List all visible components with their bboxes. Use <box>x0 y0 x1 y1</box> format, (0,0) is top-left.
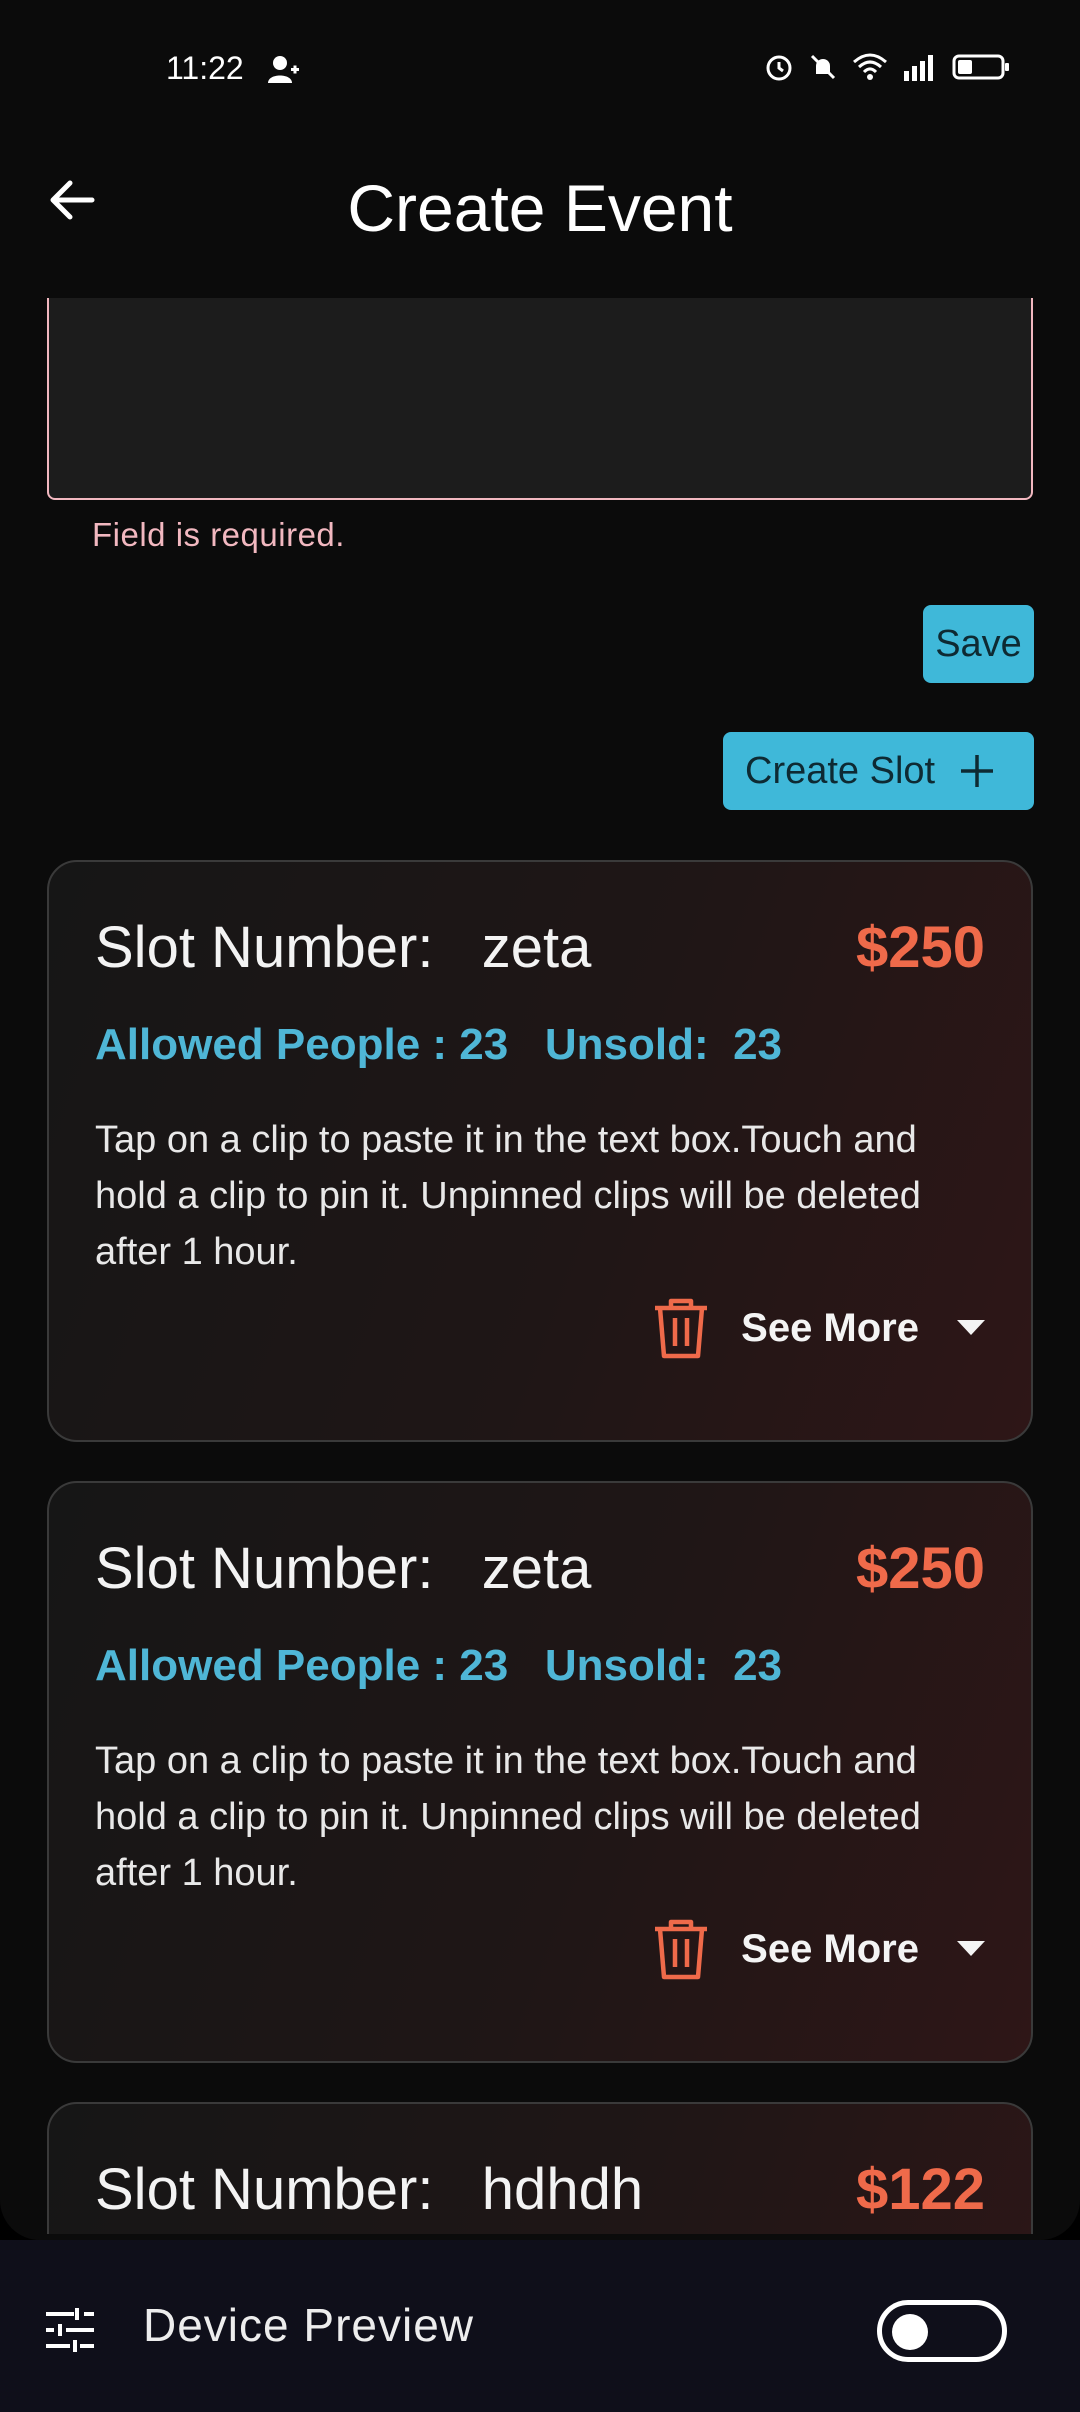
mute-icon <box>810 54 836 80</box>
device-preview-bar: Device Preview <box>0 2240 1080 2412</box>
slot-actions: See More <box>651 1296 985 1360</box>
slot-price: $250 <box>855 915 985 980</box>
caret-down-icon[interactable] <box>957 1941 985 1957</box>
slot-price: $122 <box>855 2157 985 2222</box>
caret-down-icon[interactable] <box>957 1320 985 1336</box>
slot-card: Slot Number: zeta $250 Allowed People : … <box>47 1481 1033 2063</box>
app-screen: 11:22 Create Event Field is required. Sa… <box>0 0 1080 2240</box>
device-preview-toggle[interactable] <box>877 2300 1007 2362</box>
trash-icon[interactable] <box>651 1296 711 1360</box>
app-bar: Create Event <box>0 130 1080 298</box>
save-button[interactable]: Save <box>923 605 1034 683</box>
plus-icon <box>961 755 994 787</box>
status-icons <box>764 52 1010 82</box>
create-slot-button[interactable]: Create Slot <box>723 732 1034 810</box>
device-preview-label: Device Preview <box>143 2299 474 2351</box>
slot-description: Tap on a clip to paste it in the text bo… <box>95 1740 921 1894</box>
alarm-icon <box>766 55 792 81</box>
slot-card: Slot Number: hdhdh $122 <box>47 2102 1033 2234</box>
slot-price: $250 <box>855 1536 985 1601</box>
slot-meta: Allowed People : 23 Unsold: 23 <box>95 1020 783 1069</box>
slot-actions: See More <box>651 1917 985 1981</box>
slot-title: Slot Number: hdhdh <box>95 2157 644 2222</box>
see-more-button[interactable]: See More <box>741 1927 919 1972</box>
slot-card: Slot Number: zeta $250 Allowed People : … <box>47 860 1033 1442</box>
wifi-icon <box>853 53 887 80</box>
description-textarea[interactable] <box>47 298 1033 500</box>
toggle-knob <box>892 2314 928 2350</box>
slot-title: Slot Number: zeta <box>95 1536 592 1601</box>
see-more-button[interactable]: See More <box>741 1306 919 1351</box>
page-title: Create Event <box>347 171 733 245</box>
person-icon <box>268 56 299 83</box>
status-time: 11:22 <box>166 50 244 86</box>
slot-meta: Allowed People : 23 Unsold: 23 <box>95 1641 783 1690</box>
battery-icon <box>952 54 1009 80</box>
save-button-label: Save <box>935 622 1022 665</box>
sliders-icon[interactable] <box>44 2306 96 2354</box>
slot-title: Slot Number: zeta <box>95 915 592 980</box>
trash-icon[interactable] <box>651 1917 711 1981</box>
form-content[interactable]: Field is required. Save Create Slot Slot… <box>0 298 1080 2234</box>
create-slot-label: Create Slot <box>745 749 936 792</box>
status-bar: 11:22 <box>0 0 1080 130</box>
signal-icon <box>904 55 933 81</box>
slot-description: Tap on a clip to paste it in the text bo… <box>95 1119 921 1273</box>
field-error-text: Field is required. <box>92 516 345 553</box>
